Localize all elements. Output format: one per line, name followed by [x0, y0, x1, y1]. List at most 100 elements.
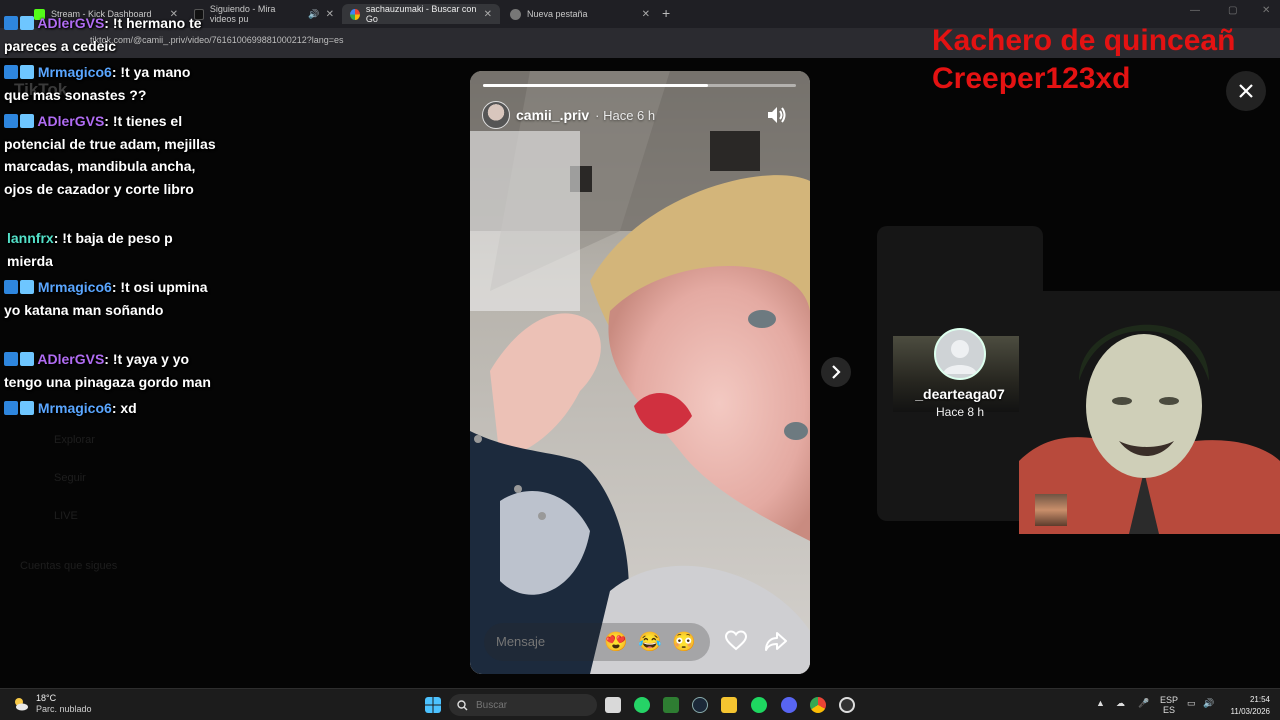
- microphone-icon[interactable]: 🎤: [1138, 698, 1149, 709]
- chat-text: : !t yaya y yo tengo una pinagaza gordo …: [4, 351, 211, 390]
- search-icon: [457, 699, 468, 710]
- spotify-icon[interactable]: [751, 697, 767, 713]
- close-tab-icon[interactable]: ✕: [642, 9, 650, 20]
- steam-icon[interactable]: [692, 697, 708, 713]
- avatar[interactable]: [482, 101, 510, 129]
- search-input[interactable]: [476, 699, 566, 711]
- overlay-text-line2: Creeper123xd: [932, 62, 1131, 95]
- close-tab-icon[interactable]: ✕: [484, 9, 492, 20]
- default-user-icon: [943, 340, 977, 374]
- chat-message: ADlerGVS: !t tienes el potencial de true…: [4, 110, 219, 227]
- partly-cloudy-icon: [15, 698, 28, 711]
- story-header: camii_.priv · Hace 6 h: [482, 101, 655, 129]
- overlay-text-line1: Kachero de quinceañ: [932, 24, 1236, 57]
- sub-badge-icon: [4, 352, 18, 366]
- obs-icon[interactable]: [839, 697, 855, 713]
- chat-message: Mrmagico6: !t osi upmina yo katana man s…: [4, 276, 219, 348]
- chat-username[interactable]: Mrmagico6: [38, 64, 112, 80]
- sidebar-item-live[interactable]: LIVE: [54, 510, 78, 522]
- window-close-icon[interactable]: ✕: [1262, 5, 1270, 16]
- sidebar-item-seguir[interactable]: Seguir: [54, 472, 86, 484]
- chat-username[interactable]: lannfrx: [7, 230, 54, 246]
- taskbar-search[interactable]: [449, 694, 597, 716]
- weather-temp: 18°C: [36, 693, 57, 703]
- gift-badge-icon: [20, 114, 34, 128]
- sub-badge-icon: [4, 16, 18, 30]
- share-icon[interactable]: [765, 630, 787, 652]
- chat-badges: [4, 280, 34, 294]
- chat-username[interactable]: ADlerGVS: [37, 15, 104, 31]
- chrome-icon[interactable]: [810, 697, 826, 713]
- chat-message: ADlerGVS: !t hermano te pareces a cedeic: [4, 12, 219, 61]
- flushed-reaction-icon[interactable]: 😳: [672, 630, 696, 654]
- message-input[interactable]: [496, 634, 586, 649]
- chat-username[interactable]: Mrmagico6: [38, 400, 112, 416]
- message-bar: 😍 😂 😳: [484, 623, 710, 661]
- story-viewer[interactable]: camii_.priv · Hace 6 h 😍 😂 😳: [470, 71, 810, 674]
- chat-username[interactable]: ADlerGVS: [37, 351, 104, 367]
- chevron-right-icon: [832, 365, 841, 379]
- chat-badges: [4, 65, 34, 79]
- chat-username[interactable]: Mrmagico6: [38, 279, 112, 295]
- gift-badge-icon: [20, 16, 34, 30]
- next-story-username[interactable]: _dearteaga07: [893, 386, 1027, 402]
- chat-overlay: ADlerGVS: !t hermano te pareces a cedeic…: [4, 12, 219, 423]
- whatsapp-icon[interactable]: [634, 697, 650, 713]
- like-heart-icon[interactable]: [725, 630, 747, 652]
- new-tab-button[interactable]: +: [662, 5, 670, 21]
- story-timestamp: · Hace 6 h: [595, 107, 656, 123]
- story-progress-bar: [483, 84, 796, 87]
- weather-desc: Parc. nublado: [36, 704, 92, 714]
- google-favicon-icon: [350, 8, 360, 20]
- avatar[interactable]: [934, 328, 986, 380]
- heart-eyes-reaction-icon[interactable]: 😍: [604, 630, 628, 654]
- language-indicator[interactable]: ESP ES: [1160, 695, 1178, 715]
- close-icon: [1239, 84, 1253, 98]
- chat-badges: [4, 114, 34, 128]
- gift-badge-icon: [20, 352, 34, 366]
- tab-google-search[interactable]: sachauzumaki - Buscar con Go ✕: [342, 4, 500, 24]
- chat-text: : xd: [111, 400, 137, 416]
- maximize-icon[interactable]: ▢: [1228, 5, 1237, 16]
- volume-tray-icon[interactable]: 🔊: [1203, 698, 1214, 709]
- chrome-favicon-icon: [510, 8, 521, 20]
- weather-widget[interactable]: 18°C Parc. nublado: [12, 693, 92, 715]
- chat-message: lannfrx: !t baja de peso p mierda: [4, 227, 219, 276]
- discord-icon[interactable]: [781, 697, 797, 713]
- story-video-frame: [470, 71, 810, 674]
- taskbar: 18°C Parc. nublado ▲ ☁ 🎤 ESP ES ▭ 🔊 21:5…: [0, 688, 1280, 720]
- gift-badge-icon: [20, 280, 34, 294]
- minecraft-icon[interactable]: [663, 697, 679, 713]
- sub-badge-icon: [4, 401, 18, 415]
- close-tab-icon[interactable]: ✕: [326, 9, 334, 20]
- onedrive-icon[interactable]: ☁: [1116, 698, 1125, 709]
- chat-username[interactable]: ADlerGVS: [37, 113, 104, 129]
- story-username[interactable]: camii_.priv: [516, 107, 589, 123]
- tab-new-tab[interactable]: Nueva pestaña ✕: [502, 4, 658, 24]
- chat-message: ADlerGVS: !t yaya y yo tengo una pinagaz…: [4, 348, 219, 397]
- next-story-button[interactable]: [821, 357, 851, 387]
- network-icon[interactable]: ▭: [1187, 698, 1196, 709]
- chat-badges: [4, 352, 34, 366]
- audio-playing-icon[interactable]: 🔊: [308, 9, 319, 20]
- taskbar-clock[interactable]: 21:54 11/03/2026: [1226, 694, 1270, 718]
- file-explorer-icon[interactable]: [721, 697, 737, 713]
- chat-badges: [4, 401, 34, 415]
- volume-icon[interactable]: [766, 105, 788, 125]
- chat-badges: [4, 16, 34, 30]
- task-view-icon[interactable]: [605, 697, 621, 713]
- sub-badge-icon: [4, 65, 18, 79]
- gift-badge-icon: [20, 401, 34, 415]
- laughing-reaction-icon[interactable]: 😂: [638, 630, 662, 654]
- close-viewer-button[interactable]: [1226, 71, 1266, 111]
- chat-message: Mrmagico6: xd: [4, 397, 219, 423]
- sub-badge-icon: [4, 114, 18, 128]
- chevron-up-icon[interactable]: ▲: [1096, 698, 1105, 708]
- next-story-timestamp: Hace 8 h: [935, 405, 985, 419]
- chat-text: : !t tienes el potencial de true adam, m…: [4, 113, 216, 197]
- minimize-icon[interactable]: —: [1190, 5, 1200, 16]
- webcam-mini-image: [1035, 494, 1067, 526]
- sidebar-section-title: Cuentas que sigues: [20, 560, 118, 572]
- sidebar-item-explorar[interactable]: Explorar: [54, 434, 95, 446]
- windows-start-icon[interactable]: [425, 697, 441, 713]
